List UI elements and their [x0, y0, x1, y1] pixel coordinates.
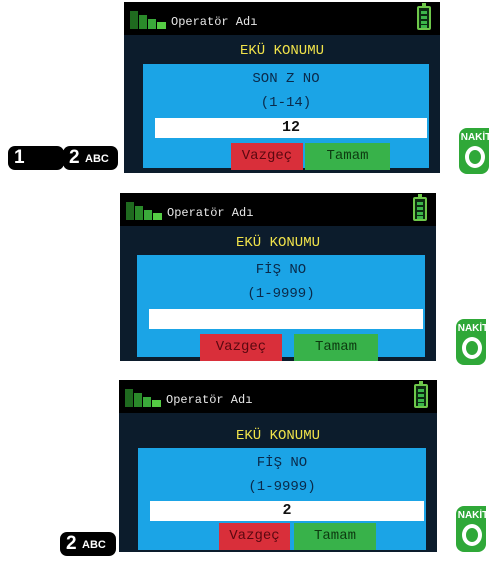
operator-name: Operatör Adı	[166, 393, 253, 407]
status-bar: Operatör Adı	[124, 2, 440, 35]
range-label: (1-14)	[260, 95, 312, 111]
status-bar: Operatör Adı	[119, 380, 437, 413]
prompt-label: SON Z NO	[252, 71, 320, 87]
ok-button[interactable]: Tamam	[305, 143, 390, 170]
ok-button[interactable]: Tamam	[294, 523, 376, 550]
nakit-key[interactable]: NAKİT	[456, 319, 489, 365]
number-input[interactable]: 12	[155, 118, 427, 138]
signal-bars-icon	[126, 200, 162, 220]
battery-icon	[413, 194, 427, 221]
zero-key-icon	[462, 337, 482, 359]
key-2-abc[interactable]: 2 ABC	[63, 146, 118, 170]
pos-screen-1: Operatör Adı EKÜ KONUMU SON Z NO (1-14) …	[124, 2, 440, 173]
range-label: (1-9999)	[247, 286, 315, 302]
key-number: 2	[66, 533, 77, 554]
input-dialog: FİŞ NO (1-9999) 2 Vazgeç Tamam	[138, 448, 426, 550]
signal-bars-icon	[130, 9, 166, 29]
range-label: (1-9999)	[248, 479, 316, 495]
cancel-button[interactable]: Vazgeç	[231, 143, 303, 170]
prompt-label: FİŞ NO	[255, 262, 307, 278]
battery-icon	[414, 381, 428, 408]
key-number: 2	[69, 147, 80, 168]
zero-key-icon	[462, 524, 482, 546]
operator-name: Operatör Adı	[167, 206, 254, 220]
key-2-abc[interactable]: 2 ABC	[60, 532, 116, 556]
nakit-key[interactable]: NAKİT	[459, 128, 489, 174]
input-dialog: FİŞ NO (1-9999) Vazgeç Tamam	[137, 255, 425, 361]
pos-screen-2: Operatör Adı EKÜ KONUMU FİŞ NO (1-9999) …	[120, 193, 436, 361]
key-1[interactable]: 1	[8, 146, 64, 170]
key-letters: ABC	[85, 153, 109, 165]
prompt-label: FİŞ NO	[256, 455, 308, 471]
operator-name: Operatör Adı	[171, 15, 258, 29]
number-input[interactable]	[149, 309, 423, 329]
cancel-button[interactable]: Vazgeç	[219, 523, 290, 550]
battery-icon	[417, 3, 431, 30]
status-bar: Operatör Adı	[120, 193, 436, 226]
screen-title: EKÜ KONUMU	[235, 235, 320, 251]
key-letters: ABC	[82, 539, 106, 551]
signal-bars-icon	[125, 387, 161, 407]
screen-title: EKÜ KONUMU	[235, 428, 320, 444]
screen-title: EKÜ KONUMU	[239, 43, 324, 59]
input-dialog: SON Z NO (1-14) 12 Vazgeç Tamam	[143, 64, 429, 170]
nakit-label: NAKİT	[460, 132, 489, 143]
nakit-key[interactable]: NAKİT	[456, 506, 489, 552]
key-number: 1	[14, 147, 25, 168]
cancel-button[interactable]: Vazgeç	[200, 334, 282, 361]
zero-key-icon	[465, 146, 485, 168]
nakit-label: NAKİT	[457, 510, 489, 521]
pos-screen-3: Operatör Adı EKÜ KONUMU FİŞ NO (1-9999) …	[119, 380, 437, 552]
nakit-label: NAKİT	[457, 323, 489, 334]
ok-button[interactable]: Tamam	[294, 334, 378, 361]
number-input[interactable]: 2	[150, 501, 424, 521]
